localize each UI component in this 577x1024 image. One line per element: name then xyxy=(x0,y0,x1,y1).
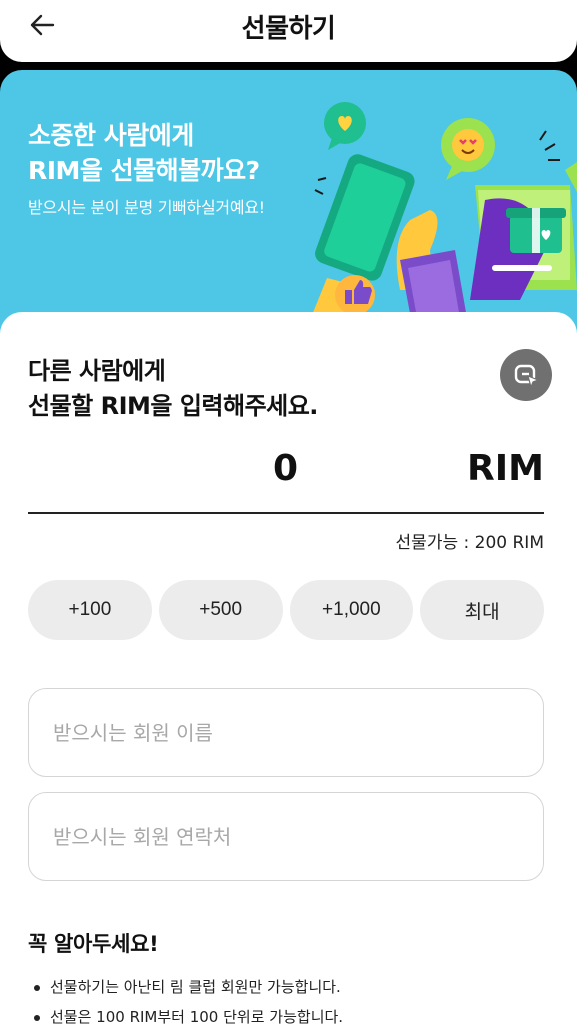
gift-form-sheet: 다른 사람에게 선물할 RIM을 입력해주세요. RIM 선물가능 : 200 … xyxy=(0,312,577,1024)
banner-subtitle: 받으시는 분이 분명 기뻐하실거예요! xyxy=(28,198,265,217)
prompt-line1: 다른 사람에게 xyxy=(28,357,166,385)
amount-prompt: 다른 사람에게 선물할 RIM을 입력해주세요. xyxy=(28,354,318,424)
notice-item: 선물은 100 RIM부터 100 단위로 가능합니다. xyxy=(34,1002,343,1024)
heart-bubble-icon xyxy=(324,102,366,150)
recipient-phone-field[interactable] xyxy=(28,792,544,881)
gift-box-icon xyxy=(470,185,577,300)
add-500-button[interactable]: +500 xyxy=(158,580,283,640)
max-amount-button[interactable]: 최대 xyxy=(420,580,544,640)
qr-scan-button[interactable] xyxy=(500,349,552,401)
page-title: 선물하기 xyxy=(241,14,336,44)
add-1000-button[interactable]: +1,000 xyxy=(289,580,414,640)
prompt-line2: 선물할 RIM을 입력해주세요. xyxy=(28,392,318,420)
amount-underline xyxy=(28,512,544,514)
banner-title-line2: RIM을 선물해볼까요? xyxy=(28,156,260,185)
available-balance: 선물가능 : 200 RIM xyxy=(395,533,544,553)
notice-item: 선물하기는 아난티 림 클럽 회원만 가능합니다. xyxy=(34,972,343,1002)
qr-scan-icon xyxy=(514,364,540,389)
banner-title-line1: 소중한 사람에게 xyxy=(28,121,194,150)
add-100-button[interactable]: +100 xyxy=(28,580,152,640)
banner-title: 소중한 사람에게 RIM을 선물해볼까요? xyxy=(28,118,260,188)
recipient-name-field[interactable] xyxy=(28,688,544,777)
gift-illustration xyxy=(310,102,577,340)
recipient-phone-input[interactable] xyxy=(53,824,513,849)
recipient-name-input[interactable] xyxy=(53,720,513,745)
notice-title: 꼭 알아두세요! xyxy=(28,932,159,956)
app-header: 선물하기 xyxy=(0,0,577,62)
amount-input[interactable] xyxy=(178,448,298,489)
amount-row: RIM xyxy=(28,442,544,512)
amount-unit: RIM xyxy=(467,448,544,489)
emoji-bubble-icon xyxy=(441,118,495,180)
thumbs-up-icon xyxy=(335,275,375,315)
quick-amount-buttons: +100 +500 +1,000 최대 xyxy=(28,580,544,640)
notice-list: 선물하기는 아난티 림 클럽 회원만 가능합니다. 선물은 100 RIM부터 … xyxy=(34,972,343,1024)
promo-banner: 소중한 사람에게 RIM을 선물해볼까요? 받으시는 분이 분명 기뻐하실거예요… xyxy=(0,70,577,340)
